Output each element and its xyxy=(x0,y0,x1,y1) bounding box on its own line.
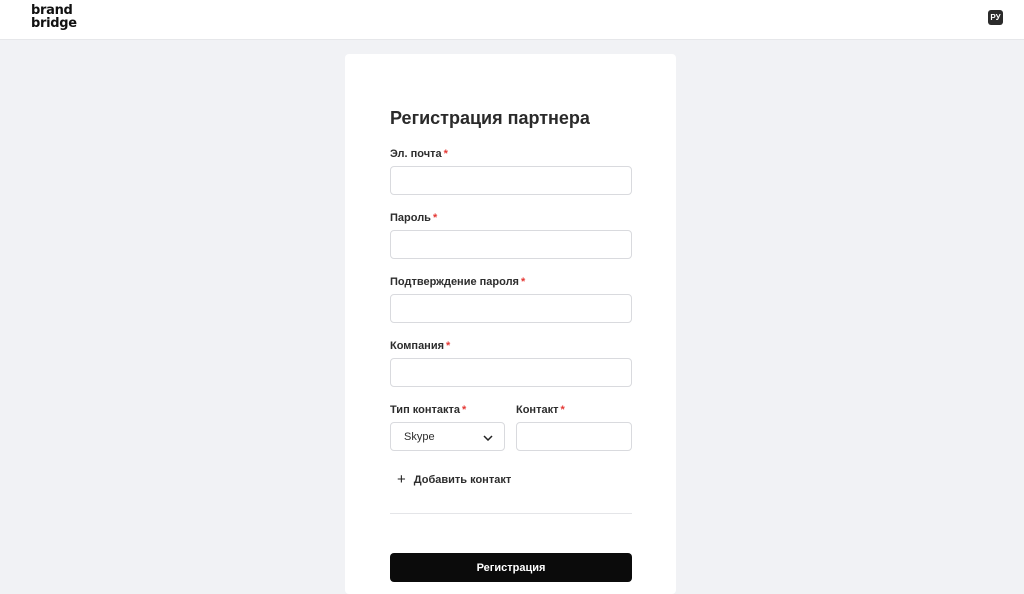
register-button[interactable]: Регистрация xyxy=(390,553,632,582)
password-confirm-field[interactable] xyxy=(390,294,632,323)
add-contact-button[interactable]: + Добавить контакт xyxy=(397,472,511,487)
divider xyxy=(390,513,632,514)
page-title: Регистрация партнера xyxy=(390,108,590,128)
required-mark: * xyxy=(560,404,565,416)
chevron-down-icon xyxy=(483,428,493,446)
password-label: Пароль * xyxy=(390,212,437,224)
contact-label-text: Контакт xyxy=(516,404,559,416)
registration-card: Регистрация партнера Эл. почта * Пароль * … xyxy=(345,54,676,594)
contact-label: Контакт * xyxy=(516,404,565,416)
email-label-text: Эл. почта xyxy=(390,148,442,160)
email-field[interactable] xyxy=(390,166,632,195)
password-label-text: Пароль xyxy=(390,212,431,224)
top-header: brand bridge РУ xyxy=(0,0,1024,40)
company-label-text: Компания xyxy=(390,340,445,352)
contact-type-label-text: Тип контакта xyxy=(390,404,461,416)
password-confirm-label-text: Подтверждение пароля xyxy=(390,276,519,288)
brand-logo[interactable]: brand bridge xyxy=(31,4,77,30)
contact-type-select[interactable]: Skype xyxy=(390,422,505,451)
contact-field[interactable] xyxy=(516,422,632,451)
required-mark: * xyxy=(443,148,448,160)
required-mark: * xyxy=(462,404,467,416)
required-mark: * xyxy=(520,276,526,288)
password-confirm-label: Подтверждение пароля * xyxy=(390,276,525,288)
required-mark: * xyxy=(446,340,451,352)
logo-line-2: bridge xyxy=(31,16,77,31)
required-mark: * xyxy=(432,212,438,224)
password-field[interactable] xyxy=(390,230,632,259)
email-label: Эл. почта * xyxy=(390,148,448,160)
company-label: Компания * xyxy=(390,340,450,352)
contact-type-value: Skype xyxy=(404,430,435,443)
add-contact-label: Добавить контакт xyxy=(413,473,512,486)
contact-type-label: Тип контакта * xyxy=(390,404,466,416)
company-field[interactable] xyxy=(390,358,632,387)
language-switcher-button[interactable]: РУ xyxy=(988,10,1003,25)
plus-icon: + xyxy=(397,471,406,488)
